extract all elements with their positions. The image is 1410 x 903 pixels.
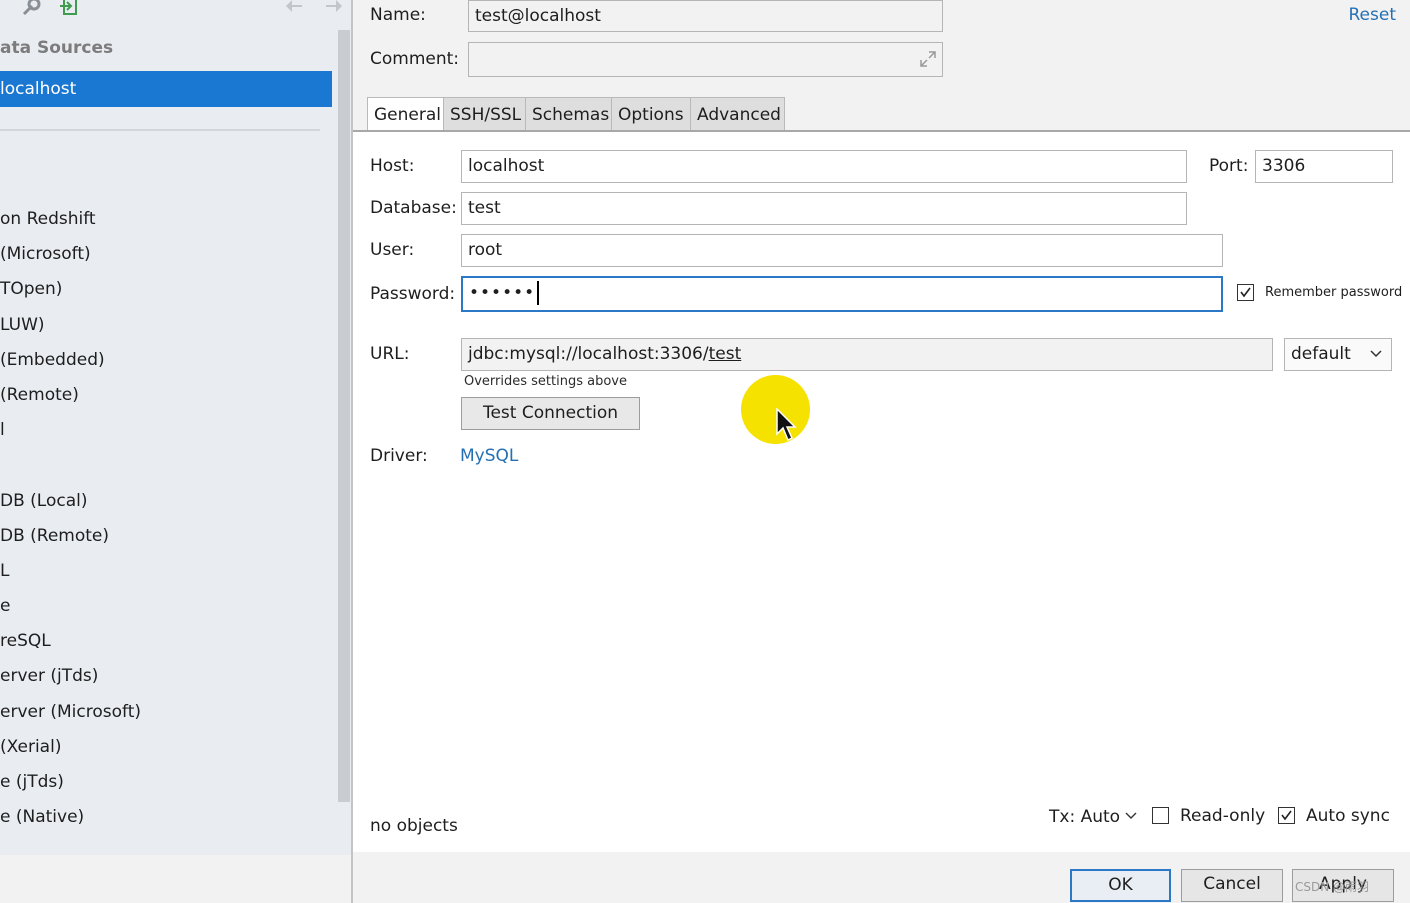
driver-list-item[interactable]: erver (jTds) [0,659,141,694]
chevron-down-icon [1125,812,1137,819]
tab-options[interactable]: Options [612,97,691,131]
driver-list-item[interactable]: on Redshift [0,202,141,237]
tab-schemas[interactable]: Schemas [526,97,612,131]
driver-link[interactable]: MySQL [460,446,518,466]
driver-list: on Redshift (Microsoft) TOpen) LUW) (Emb… [0,202,141,835]
chevron-down-icon [1369,339,1383,379]
test-connection-button[interactable]: Test Connection [461,397,640,430]
password-value: •••••• [469,283,536,303]
driver-list-item[interactable]: e (Native) [0,800,141,835]
objects-status: no objects [370,816,458,836]
driver-label: Driver: [370,446,428,466]
driver-list-item[interactable]: LUW) [0,308,141,343]
port-label: Port: [1209,156,1249,176]
tab-ssh-ssl[interactable]: SSH/SSL [444,97,526,131]
driver-list-item[interactable]: DB (Local) [0,484,141,519]
wrench-icon[interactable] [20,0,42,18]
forward-arrow-icon[interactable] [322,0,344,18]
sidebar-scrollbar[interactable] [338,30,350,802]
host-label: Host: [370,156,415,176]
password-input[interactable]: •••••• [461,276,1223,312]
auto-sync-checkbox[interactable] [1278,807,1295,824]
driver-list-item[interactable]: L [0,554,141,589]
port-input[interactable]: 3306 [1255,150,1393,183]
database-input[interactable]: test [461,192,1187,225]
driver-list-item[interactable]: DB (Remote) [0,519,141,554]
watermark: CSDN @雨羽 [1295,880,1370,894]
driver-list-item[interactable]: l [0,413,141,448]
back-arrow-icon[interactable] [284,0,306,18]
comment-field[interactable] [468,42,943,77]
url-input[interactable]: jdbc:mysql://localhost:3306/test [461,338,1273,371]
user-input[interactable]: root [461,234,1223,267]
name-label: Name: [370,5,426,25]
url-scheme-select[interactable]: default [1284,338,1392,371]
ok-button[interactable]: OK [1070,869,1171,902]
host-input[interactable]: localhost [461,150,1187,183]
driver-list-item[interactable] [0,448,141,483]
driver-list-item[interactable]: (Embedded) [0,343,141,378]
tab-advanced[interactable]: Advanced [691,97,785,131]
sidebar-toolbar [0,0,352,22]
driver-list-item[interactable]: e (jTds) [0,765,141,800]
read-only-checkbox[interactable] [1152,807,1169,824]
name-field[interactable]: test@localhost [468,0,943,32]
url-scheme-value: default [1291,344,1351,364]
settings-tabs: General SSH/SSL Schemas Options Advanced [367,97,785,133]
password-label: Password: [370,284,456,304]
sidebar-divider [0,129,320,131]
reset-link[interactable]: Reset [1349,5,1397,25]
sidebar-item-localhost[interactable]: localhost [0,71,332,107]
read-only-label: Read-only [1180,806,1266,826]
user-label: User: [370,240,415,260]
tx-mode-select[interactable]: Tx: Auto [1049,807,1137,827]
driver-list-item[interactable]: TOpen) [0,272,141,307]
driver-list-item[interactable]: e [0,589,141,624]
driver-list-item[interactable]: (Microsoft) [0,237,141,272]
driver-list-item[interactable]: erver (Microsoft) [0,695,141,730]
import-icon[interactable] [58,0,80,18]
auto-sync-label: Auto sync [1306,806,1390,826]
text-caret [537,281,540,305]
mouse-pointer-icon [776,408,797,442]
url-database: test [708,344,742,364]
url-prefix: jdbc:mysql://localhost:3306/ [468,344,709,364]
comment-label: Comment: [370,49,460,69]
tx-mode-value: Tx: Auto [1049,807,1121,827]
cancel-button[interactable]: Cancel [1181,869,1283,902]
driver-list-item[interactable]: (Remote) [0,378,141,413]
database-label: Database: [370,198,457,218]
tab-general[interactable]: General [367,97,444,133]
url-label: URL: [370,344,410,364]
driver-list-item[interactable]: (Xerial) [0,730,141,765]
remember-password-label: Remember password [1265,285,1403,300]
data-sources-panel: ata Sources localhost on Redshift (Micro… [0,0,352,855]
data-sources-heading: ata Sources [0,38,114,58]
driver-list-item[interactable]: reSQL [0,624,141,659]
data-source-settings: Name: test@localhost Comment: Reset Gene… [353,0,1410,903]
url-override-note: Overrides settings above [464,374,627,389]
expand-icon[interactable] [918,49,938,76]
remember-password-checkbox[interactable] [1237,284,1254,301]
